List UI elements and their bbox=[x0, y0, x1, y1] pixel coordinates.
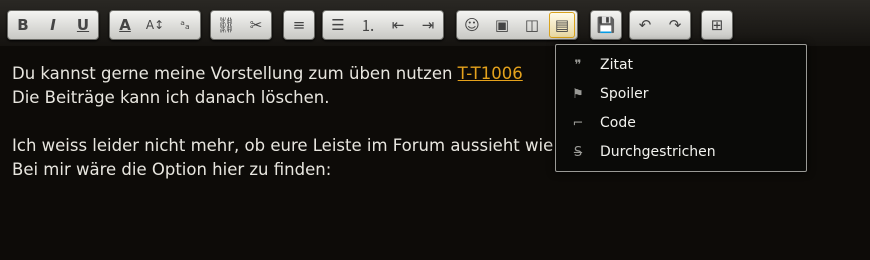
editor-content[interactable]: Du kannst gerne meine Vorstellung zum üb… bbox=[12, 62, 615, 182]
smiley-button[interactable]: ☺ bbox=[457, 11, 487, 39]
toolbar-group-3: ⛓ ✂ bbox=[210, 10, 272, 40]
format-dropdown-button[interactable]: ▤ bbox=[549, 12, 575, 38]
content-line-1-text: Du kannst gerne meine Vorstellung zum üb… bbox=[12, 64, 458, 83]
quote-icon: ❞ bbox=[574, 57, 582, 73]
bullet-list-button[interactable]: ☰ bbox=[323, 11, 353, 39]
toolbar-group-2: A A↕ ᵃₐ bbox=[109, 10, 201, 40]
font-color-button[interactable]: A bbox=[110, 11, 140, 39]
toolbar-group-1: BIU bbox=[7, 10, 99, 40]
indent-button[interactable]: ⇥ bbox=[413, 11, 443, 39]
numbered-list-button[interactable]: ⒈ bbox=[353, 11, 383, 39]
save-button[interactable]: 💾 bbox=[591, 11, 621, 39]
code-icon: ⌐ bbox=[572, 115, 584, 131]
format-dropdown-menu: ❞ Zitat ⚑ Spoiler ⌐ Code S̶ Durchgestrichen bbox=[555, 44, 807, 172]
toolbar-group-6: ☺ ▣ ◫ ▤ bbox=[456, 10, 578, 40]
font-size-button[interactable]: A↕ bbox=[140, 11, 170, 39]
menu-item-label: Code bbox=[600, 115, 636, 131]
menu-item-spoiler[interactable]: ⚑ Spoiler bbox=[556, 80, 806, 108]
unlink-button[interactable]: ✂ bbox=[241, 11, 271, 39]
editor-toolbar: B I U A A↕ ᵃₐ ⛓ ✂ ≡ ☰ ⒈ ⇤ ⇥ ☺ ▣ ◫ ▤ 💾 ↶ ↷ ⊞ bbox=[0, 0, 870, 46]
menu-item-durchgestrichen[interactable]: S̶ Durchgestrichen bbox=[556, 138, 806, 166]
profile-link[interactable]: T-T1006 bbox=[458, 64, 523, 83]
toolbar-group-8: ↶ ↷ bbox=[629, 10, 691, 40]
toolbar-group-7: 💾 bbox=[590, 10, 622, 40]
redo-button[interactable]: ↷ bbox=[660, 11, 690, 39]
italic-button[interactable]: I bbox=[38, 11, 68, 39]
menu-item-label: Zitat bbox=[600, 57, 634, 73]
underline-button[interactable]: U bbox=[68, 11, 98, 39]
toolbar-group-4: ≡ bbox=[283, 10, 315, 40]
image-button[interactable]: ▣ bbox=[487, 11, 517, 39]
menu-item-code[interactable]: ⌐ Code bbox=[556, 109, 806, 137]
link-button[interactable]: ⛓ bbox=[211, 11, 241, 39]
content-line-1: Du kannst gerne meine Vorstellung zum üb… bbox=[12, 62, 615, 86]
media-button[interactable]: ◫ bbox=[517, 11, 547, 39]
table-button[interactable]: ⊞ bbox=[702, 11, 732, 39]
menu-item-label: Spoiler bbox=[600, 86, 649, 102]
toolbar-group-5: ☰ ⒈ ⇤ ⇥ bbox=[322, 10, 444, 40]
strikethrough-icon: S̶ bbox=[573, 144, 583, 160]
content-line-4: Bei mir wäre die Option hier zu finden: bbox=[12, 160, 332, 179]
flag-icon: ⚑ bbox=[572, 86, 584, 102]
outdent-button[interactable]: ⇤ bbox=[383, 11, 413, 39]
toolbar-group-9: ⊞ bbox=[701, 10, 733, 40]
menu-item-label: Durchgestrichen bbox=[600, 144, 716, 160]
content-line-3: Ich weiss leider nicht mehr, ob eure Lei… bbox=[12, 136, 616, 155]
content-line-2: Die Beiträge kann ich danach löschen. bbox=[12, 88, 330, 107]
undo-button[interactable]: ↶ bbox=[630, 11, 660, 39]
superscript-subscript-button[interactable]: ᵃₐ bbox=[170, 11, 200, 39]
align-button[interactable]: ≡ bbox=[284, 11, 314, 39]
menu-item-zitat[interactable]: ❞ Zitat bbox=[556, 51, 806, 79]
bold-button[interactable]: B bbox=[8, 11, 38, 39]
